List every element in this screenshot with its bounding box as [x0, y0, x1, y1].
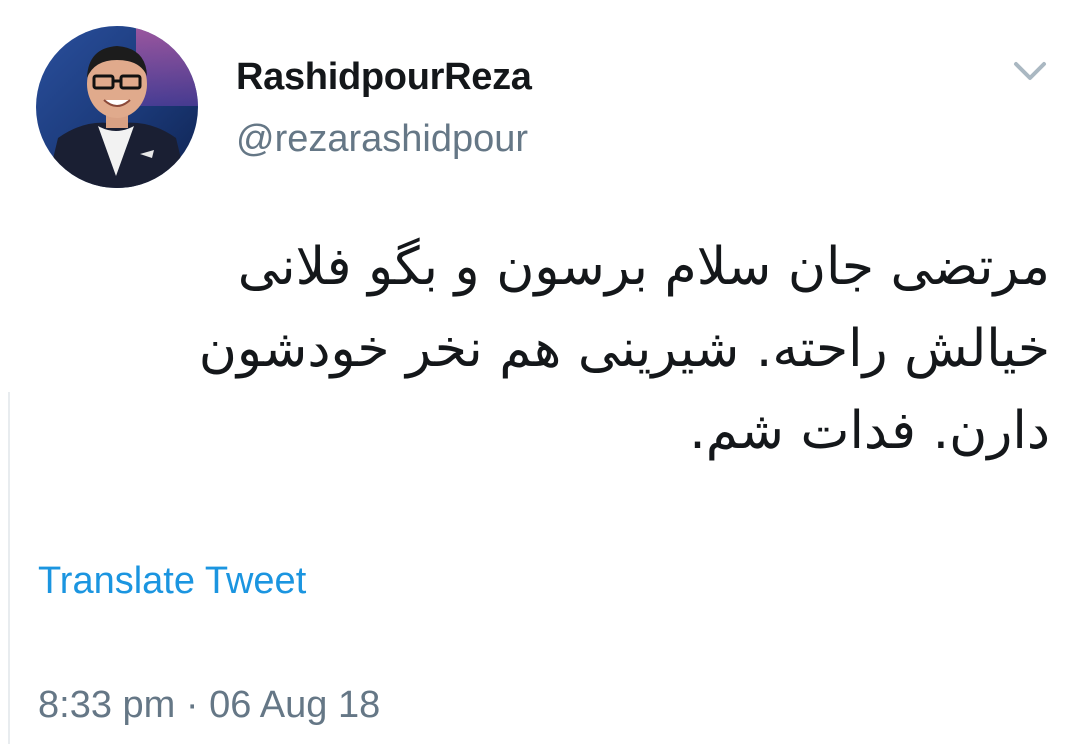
- tweet-text: مرتضی جان سلام برسون و بگو فلانی خیالش ر…: [198, 237, 1050, 461]
- tweet-card: RashidpourReza @rezarashidpour مرتضی جان…: [0, 0, 1080, 744]
- avatar[interactable]: [36, 26, 198, 188]
- tweet-timestamp[interactable]: 8:33 pm · 06 Aug 18: [38, 684, 380, 727]
- divider: [8, 392, 10, 744]
- display-name[interactable]: RashidpourReza: [236, 56, 532, 99]
- chevron-down-icon[interactable]: [1008, 52, 1052, 92]
- translate-tweet-link[interactable]: Translate Tweet: [38, 560, 306, 603]
- username-handle[interactable]: @rezarashidpour: [236, 118, 528, 161]
- avatar-image: [36, 26, 198, 188]
